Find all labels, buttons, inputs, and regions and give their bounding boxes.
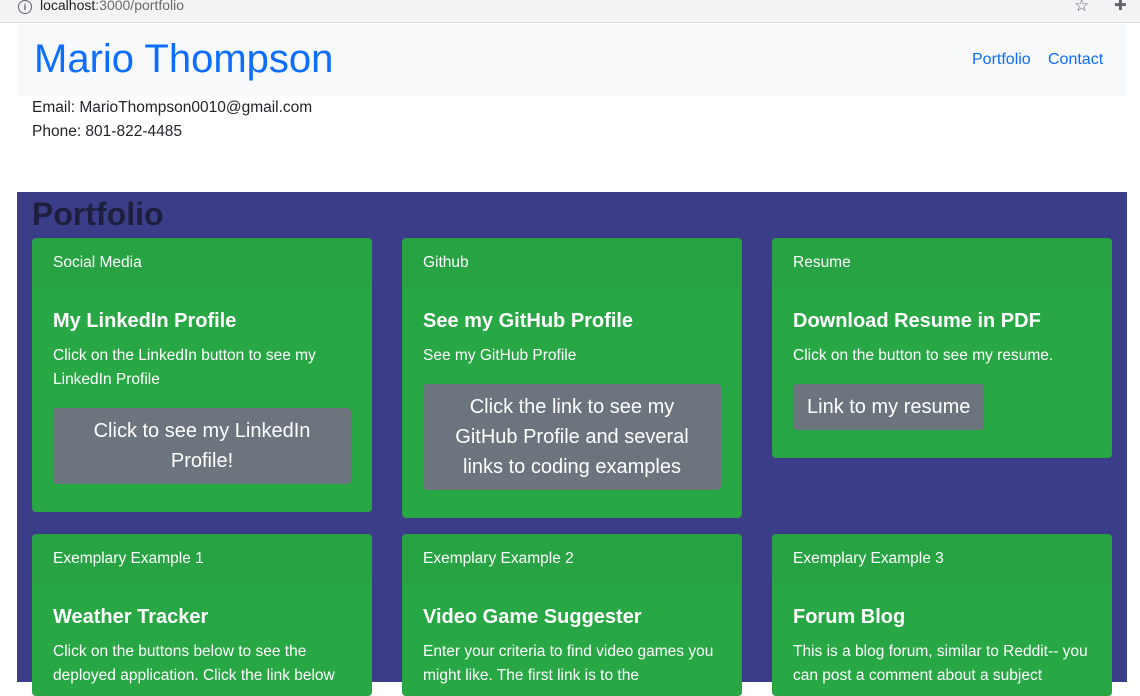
card-body: Weather Tracker Click on the buttons bel… bbox=[33, 584, 371, 688]
card-header: Social Media bbox=[33, 239, 371, 288]
card-social-media: Social Media My LinkedIn Profile Click o… bbox=[32, 238, 372, 512]
card-text: This is a blog forum, similar to Reddit-… bbox=[793, 643, 1088, 684]
browser-address-bar: i localhost:3000/portfolio ☆ ✚ bbox=[0, 0, 1140, 23]
site-name[interactable]: Mario Thompson bbox=[34, 34, 333, 84]
resume-button[interactable]: Link to my resume bbox=[793, 384, 985, 430]
card-github: Github See my GitHub Profile See my GitH… bbox=[402, 238, 742, 518]
card-example-3: Exemplary Example 3 Forum Blog This is a… bbox=[772, 534, 1112, 696]
card-header: Resume bbox=[773, 239, 1111, 288]
card-resume: Resume Download Resume in PDF Click on t… bbox=[772, 238, 1112, 458]
card-body: My LinkedIn Profile Click on the LinkedI… bbox=[33, 288, 371, 484]
portfolio-section: Portfolio Social Media My LinkedIn Profi… bbox=[17, 192, 1127, 696]
card-body: Video Game Suggester Enter your criteria… bbox=[403, 584, 741, 688]
card-header: Exemplary Example 1 bbox=[33, 535, 371, 584]
card-text: See my GitHub Profile bbox=[423, 347, 577, 364]
nav-link-portfolio[interactable]: Portfolio bbox=[972, 51, 1031, 69]
extensions-icon[interactable]: ✚ bbox=[1114, 0, 1127, 14]
contact-phone: Phone: 801-822-4485 bbox=[32, 123, 182, 140]
card-header: Exemplary Example 2 bbox=[403, 535, 741, 584]
card-title: Weather Tracker bbox=[53, 606, 209, 628]
url-field[interactable]: localhost:3000/portfolio bbox=[40, 0, 184, 13]
bookmark-star-icon[interactable]: ☆ bbox=[1074, 0, 1089, 16]
url-host: localhost bbox=[40, 0, 96, 13]
github-button[interactable]: Click the link to see my GitHub Profile … bbox=[423, 384, 721, 490]
card-title: Forum Blog bbox=[793, 606, 906, 628]
card-text: Enter your criteria to find video games … bbox=[423, 643, 714, 684]
card-title: Download Resume in PDF bbox=[793, 310, 1041, 332]
card-body: Download Resume in PDF Click on the butt… bbox=[773, 288, 1111, 430]
card-example-1: Exemplary Example 1 Weather Tracker Clic… bbox=[32, 534, 372, 696]
card-text: Click on the buttons below to see the de… bbox=[53, 643, 335, 684]
site-header: Mario Thompson Portfolio Contact bbox=[17, 24, 1127, 96]
card-text: Click on the button to see my resume. bbox=[793, 347, 1054, 364]
card-body: See my GitHub Profile See my GitHub Prof… bbox=[403, 288, 741, 490]
portfolio-heading: Portfolio bbox=[32, 196, 164, 232]
info-icon[interactable]: i bbox=[18, 0, 32, 14]
card-title: My LinkedIn Profile bbox=[53, 310, 237, 332]
card-title: See my GitHub Profile bbox=[423, 310, 634, 332]
card-text: Click on the LinkedIn button to see my L… bbox=[53, 347, 316, 388]
contact-email: Email: MarioThompson0010@gmail.com bbox=[32, 99, 313, 116]
url-path: :3000/portfolio bbox=[95, 0, 184, 13]
card-title: Video Game Suggester bbox=[423, 606, 642, 628]
card-header: Github bbox=[403, 239, 741, 288]
nav-link-contact[interactable]: Contact bbox=[1048, 51, 1103, 69]
card-example-2: Exemplary Example 2 Video Game Suggester… bbox=[402, 534, 742, 696]
card-header: Exemplary Example 3 bbox=[773, 535, 1111, 584]
linkedin-button[interactable]: Click to see my LinkedIn Profile! bbox=[53, 408, 351, 484]
card-body: Forum Blog This is a blog forum, similar… bbox=[773, 584, 1111, 688]
